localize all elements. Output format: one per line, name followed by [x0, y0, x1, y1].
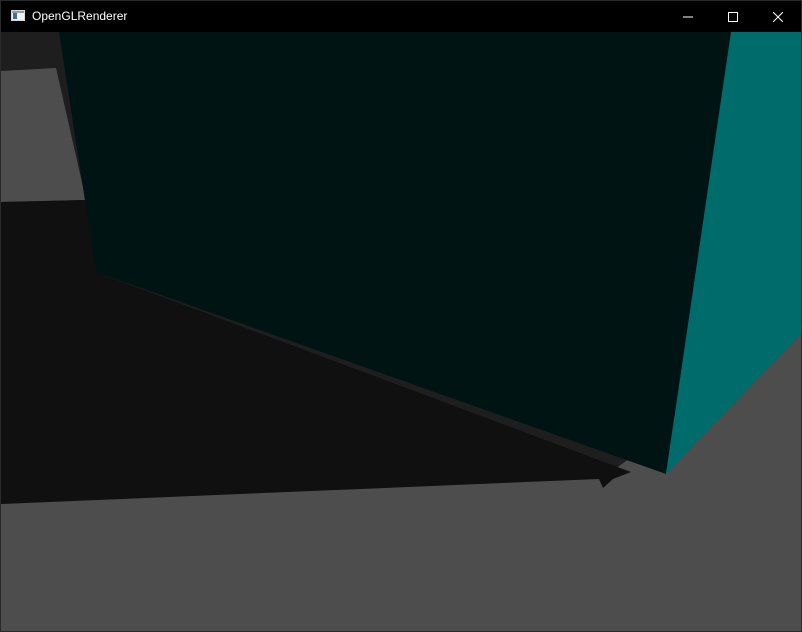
maximize-icon	[728, 11, 738, 22]
render-viewport[interactable]	[1, 32, 801, 631]
app-window-icon	[11, 10, 25, 21]
window-title: OpenGLRenderer	[32, 9, 128, 23]
close-button[interactable]	[755, 1, 801, 32]
minimize-button[interactable]	[665, 1, 711, 32]
title-bar[interactable]: OpenGLRenderer	[1, 1, 801, 32]
maximize-button[interactable]	[710, 1, 756, 32]
minimize-icon	[683, 16, 693, 17]
close-icon	[773, 11, 783, 22]
rendered-scene	[1, 32, 801, 631]
app-window: OpenGLRenderer	[0, 0, 802, 632]
